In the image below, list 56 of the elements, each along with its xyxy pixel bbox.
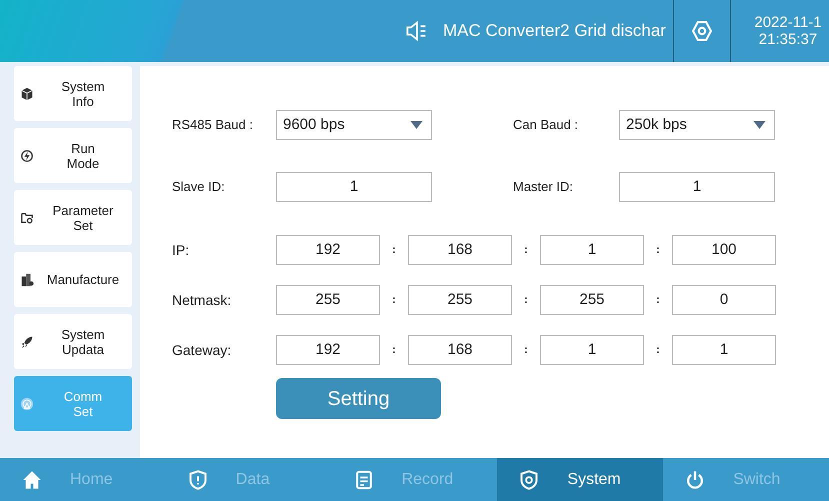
field-label: Master ID: xyxy=(513,178,574,196)
separator: : xyxy=(655,292,661,308)
field-label: Can Baud : xyxy=(513,116,580,134)
input-field[interactable]: 100 xyxy=(672,235,776,265)
nav-tab[interactable]: System xyxy=(497,458,664,501)
sidebar-item[interactable]: Manufacture xyxy=(14,252,132,307)
building-icon xyxy=(20,272,34,286)
input-field[interactable]: 1 xyxy=(672,335,776,365)
time-text: 21:35:37 xyxy=(758,31,818,48)
power-icon xyxy=(685,470,706,490)
field-label: Gateway: xyxy=(172,340,232,360)
signal-icon xyxy=(20,396,34,410)
separator: : xyxy=(523,242,529,258)
alarm-message: MAC Converter2 Grid dischar xyxy=(443,20,667,42)
input-field[interactable]: 1 xyxy=(619,172,775,202)
separator: : xyxy=(391,342,397,358)
sidebar-item[interactable]: System Info xyxy=(14,66,132,121)
cube-icon xyxy=(20,86,34,100)
field-label: Netmask: xyxy=(172,290,232,310)
lightning-circle-icon xyxy=(20,148,34,162)
input-field[interactable]: 255 xyxy=(540,285,644,315)
caret-icon xyxy=(410,121,423,129)
separator: : xyxy=(391,292,397,308)
dropdown[interactable]: 250k bps xyxy=(619,110,775,140)
input-field[interactable]: 192 xyxy=(276,335,380,365)
sidebar-item[interactable]: Parameter Set xyxy=(14,190,132,245)
input-field[interactable]: 168 xyxy=(408,335,512,365)
input-field[interactable]: 1 xyxy=(540,335,644,365)
rocket-icon xyxy=(20,334,34,348)
input-field[interactable]: 255 xyxy=(408,285,512,315)
dropdown[interactable]: 9600 bps xyxy=(276,110,432,140)
input-field[interactable]: 1 xyxy=(540,235,644,265)
separator: : xyxy=(391,242,397,258)
input-field[interactable]: 0 xyxy=(672,285,776,315)
document-icon xyxy=(354,470,374,490)
separator: : xyxy=(523,292,529,308)
setting-button[interactable]: Setting xyxy=(276,378,441,419)
field-label: Slave ID: xyxy=(172,178,226,196)
caret-icon xyxy=(753,121,766,129)
folder-gear-icon xyxy=(20,210,34,224)
home-icon xyxy=(22,470,42,490)
field-label: RS485 Baud : xyxy=(172,116,254,134)
separator: : xyxy=(655,342,661,358)
shield-icon xyxy=(188,470,208,490)
input-field[interactable]: 192 xyxy=(276,235,380,265)
settings-icon[interactable] xyxy=(691,20,713,42)
field-label: IP: xyxy=(172,240,190,260)
date-text: 2022-11-1 xyxy=(753,14,823,31)
shield-gear-icon xyxy=(519,470,540,490)
sidebar-item[interactable]: System Updata xyxy=(14,314,132,369)
input-field[interactable]: 168 xyxy=(408,235,512,265)
separator: : xyxy=(523,342,529,358)
input-field[interactable]: 1 xyxy=(276,172,432,202)
sidebar-item[interactable]: Run Mode xyxy=(14,128,132,183)
input-field[interactable]: 255 xyxy=(276,285,380,315)
separator: : xyxy=(655,242,661,258)
